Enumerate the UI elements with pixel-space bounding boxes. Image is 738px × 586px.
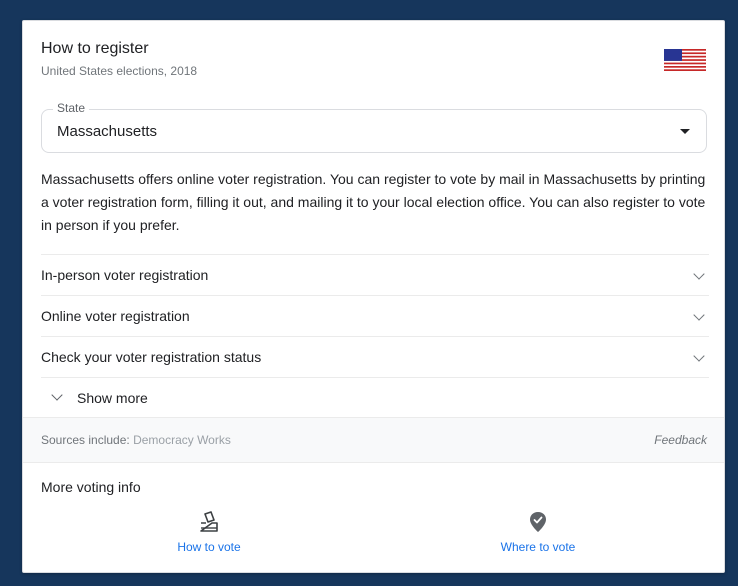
accordion-label: Check your voter registration status (41, 349, 262, 365)
sources-prefix: Sources include: (41, 433, 134, 447)
accordion-check-status[interactable]: Check your voter registration status (41, 336, 709, 377)
chevron-down-icon (693, 309, 705, 321)
how-to-vote-button[interactable]: How to vote (119, 511, 299, 561)
dropdown-arrow-icon (680, 129, 690, 134)
more-voting-info-title: More voting info (41, 479, 141, 495)
location-check-icon (530, 512, 546, 532)
chevron-down-icon (51, 389, 63, 401)
chevron-down-icon (693, 268, 705, 280)
accordion-in-person-registration[interactable]: In-person voter registration (41, 254, 709, 295)
registration-description: Massachusetts offers online voter regist… (41, 171, 706, 233)
state-select-value: Massachusetts (57, 123, 158, 140)
accordion-online-registration[interactable]: Online voter registration (41, 295, 709, 336)
state-select-label: State (53, 101, 90, 115)
accordion-label: In-person voter registration (41, 267, 209, 283)
sources-bar: Sources include: Democracy Works Feedbac… (23, 417, 724, 463)
how-to-vote-label: How to vote (177, 540, 241, 554)
accordion-label: Online voter registration (41, 308, 190, 324)
card-subtitle: United States elections, 2018 (41, 64, 198, 78)
card-title: How to register (41, 40, 149, 57)
feedback-link[interactable]: Feedback (654, 433, 707, 447)
show-more-button[interactable]: Show more (41, 377, 709, 417)
show-more-label: Show more (77, 390, 148, 406)
where-to-vote-button[interactable]: Where to vote (448, 511, 628, 561)
sources-link[interactable]: Democracy Works (133, 433, 231, 447)
us-flag-icon (664, 49, 706, 71)
state-select[interactable]: State Massachusetts (41, 101, 707, 153)
register-card: How to register United States elections,… (22, 20, 725, 573)
ballot-icon (200, 511, 218, 532)
sources-text: Sources include: Democracy Works (41, 433, 231, 447)
where-to-vote-label: Where to vote (500, 540, 576, 554)
chevron-down-icon (693, 350, 705, 362)
